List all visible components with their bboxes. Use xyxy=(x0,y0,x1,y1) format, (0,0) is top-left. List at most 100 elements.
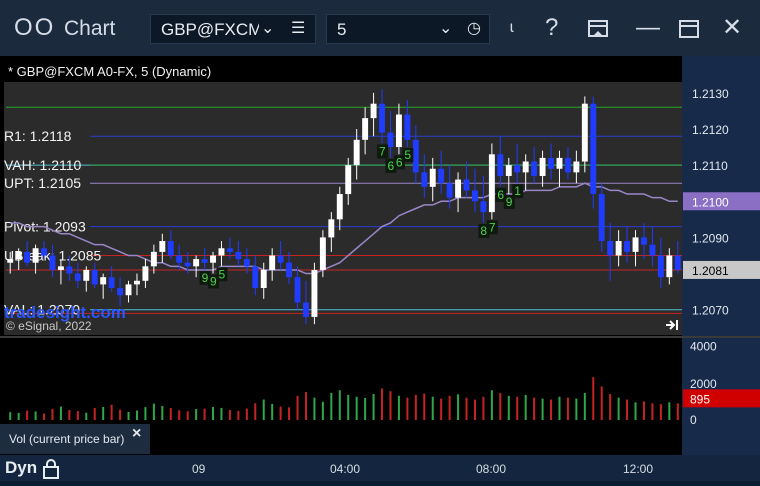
volume-bar xyxy=(659,404,662,420)
volume-bar xyxy=(457,394,460,420)
time-axis-bar: Dyn 09 04:00 08:00 12:00 xyxy=(0,455,760,481)
price-tick-label: 1.2090 xyxy=(692,231,729,245)
price-chart[interactable]: R1: 1.2118VAH: 1.2110UPT: 1.2105Pivot: 1… xyxy=(0,56,760,481)
volume-bar xyxy=(600,386,603,420)
symbol-selector[interactable]: GBP@FXCM ⌄ ☰ xyxy=(150,14,316,44)
volume-bar xyxy=(558,396,561,420)
volume-bar xyxy=(347,394,350,420)
chart-area[interactable]: R1: 1.2118 VAH: 1.2110 UPT: 1.2105 Pivot: 1… xyxy=(0,56,760,481)
volume-bar xyxy=(296,395,299,420)
setup-number: 9 xyxy=(506,195,513,209)
close-icon[interactable]: × xyxy=(132,424,141,444)
candle-body xyxy=(379,103,385,133)
candle-body xyxy=(74,273,81,281)
chevron-down-icon[interactable]: ⌄ xyxy=(439,15,452,43)
volume-bar xyxy=(626,399,629,420)
volume-bar xyxy=(338,390,341,420)
candle-body xyxy=(294,277,301,303)
candle-body xyxy=(176,255,183,263)
volume-bar xyxy=(541,398,544,420)
candle-body xyxy=(32,248,39,263)
volume-bar xyxy=(271,404,274,420)
candle-body xyxy=(319,237,326,270)
close-icon[interactable]: ✕ xyxy=(722,0,742,56)
chart-logo-icon[interactable]: OO xyxy=(14,0,55,56)
volume-bar xyxy=(279,406,282,420)
candle-body xyxy=(624,241,631,252)
volume-bar xyxy=(440,398,443,420)
candle-body xyxy=(235,251,242,260)
volume-bar xyxy=(321,401,324,420)
title-bar: OO Chart GBP@FXCM ⌄ ☰ 5 ⌄ ◷ ɩ ? — ✕ xyxy=(0,0,760,56)
volume-bar xyxy=(68,409,71,420)
help-icon[interactable]: ? xyxy=(545,0,558,56)
candle-body xyxy=(598,194,605,242)
volume-bar xyxy=(59,406,62,420)
candle-body xyxy=(269,255,276,270)
candle-body xyxy=(539,157,546,176)
volume-bar xyxy=(313,397,316,420)
candle-body xyxy=(252,266,259,289)
candle-body xyxy=(590,103,597,195)
candle-body xyxy=(353,139,360,166)
candle-body xyxy=(117,288,124,296)
symbol-input[interactable]: GBP@FXCM xyxy=(161,15,259,44)
setup-number: 9 xyxy=(210,275,217,289)
volume-bar xyxy=(473,399,476,420)
candle-body xyxy=(387,132,394,148)
candle-body xyxy=(167,241,174,256)
candle-body xyxy=(522,161,529,173)
candle-body xyxy=(666,255,673,278)
candle-body xyxy=(15,251,22,260)
lock-icon[interactable] xyxy=(42,459,60,479)
candle-body xyxy=(277,255,284,263)
candle-body xyxy=(303,302,309,317)
volume-bar xyxy=(288,407,291,420)
candle-body xyxy=(480,201,487,213)
candle-body xyxy=(488,154,495,213)
volume-bar xyxy=(17,412,20,420)
dynamic-label[interactable]: Dyn xyxy=(5,455,37,481)
volume-bar xyxy=(228,409,231,420)
template-icon[interactable] xyxy=(586,0,610,56)
time-label: 09 xyxy=(192,462,206,476)
volume-bar xyxy=(245,408,248,420)
candle-body xyxy=(649,244,656,256)
volume-bar xyxy=(381,388,384,420)
maximize-icon[interactable] xyxy=(678,0,700,56)
setup-number: 1 xyxy=(514,184,521,198)
volume-bar xyxy=(592,377,595,420)
volume-bar xyxy=(550,399,553,420)
volume-bar xyxy=(372,393,375,420)
candle-body xyxy=(412,139,419,173)
time-label: 08:00 xyxy=(476,462,507,476)
minimize-icon[interactable]: — xyxy=(636,0,660,56)
candle-body xyxy=(632,237,639,252)
volume-bar xyxy=(330,393,333,420)
volume-bar xyxy=(507,395,510,420)
menu-icon[interactable]: ☰ xyxy=(291,15,305,43)
candle-body xyxy=(615,241,622,256)
volume-bar xyxy=(524,394,527,420)
volume-bar xyxy=(397,395,400,420)
pin-icon[interactable]: ɩ xyxy=(510,0,514,56)
clock-icon[interactable]: ◷ xyxy=(467,15,481,43)
candle-body xyxy=(57,266,64,270)
candle-body xyxy=(429,168,436,187)
candle-body xyxy=(159,241,166,252)
candle-body xyxy=(362,118,369,140)
price-tick-label: 1.2070 xyxy=(692,304,729,318)
candle-body xyxy=(243,259,250,267)
volume-bar xyxy=(566,397,569,420)
interval-selector[interactable]: 5 ⌄ ◷ xyxy=(326,14,490,44)
candle-body xyxy=(438,168,445,184)
candle-body xyxy=(311,269,318,317)
volume-bar xyxy=(482,396,485,420)
candle-body xyxy=(505,165,512,176)
setup-number: 7 xyxy=(489,220,496,234)
time-label: 12:00 xyxy=(623,462,654,476)
candle-body xyxy=(210,255,216,263)
interval-input[interactable]: 5 xyxy=(337,15,346,44)
chevron-down-icon[interactable]: ⌄ xyxy=(261,15,274,43)
ma-value-label: 1.2100 xyxy=(692,195,729,209)
